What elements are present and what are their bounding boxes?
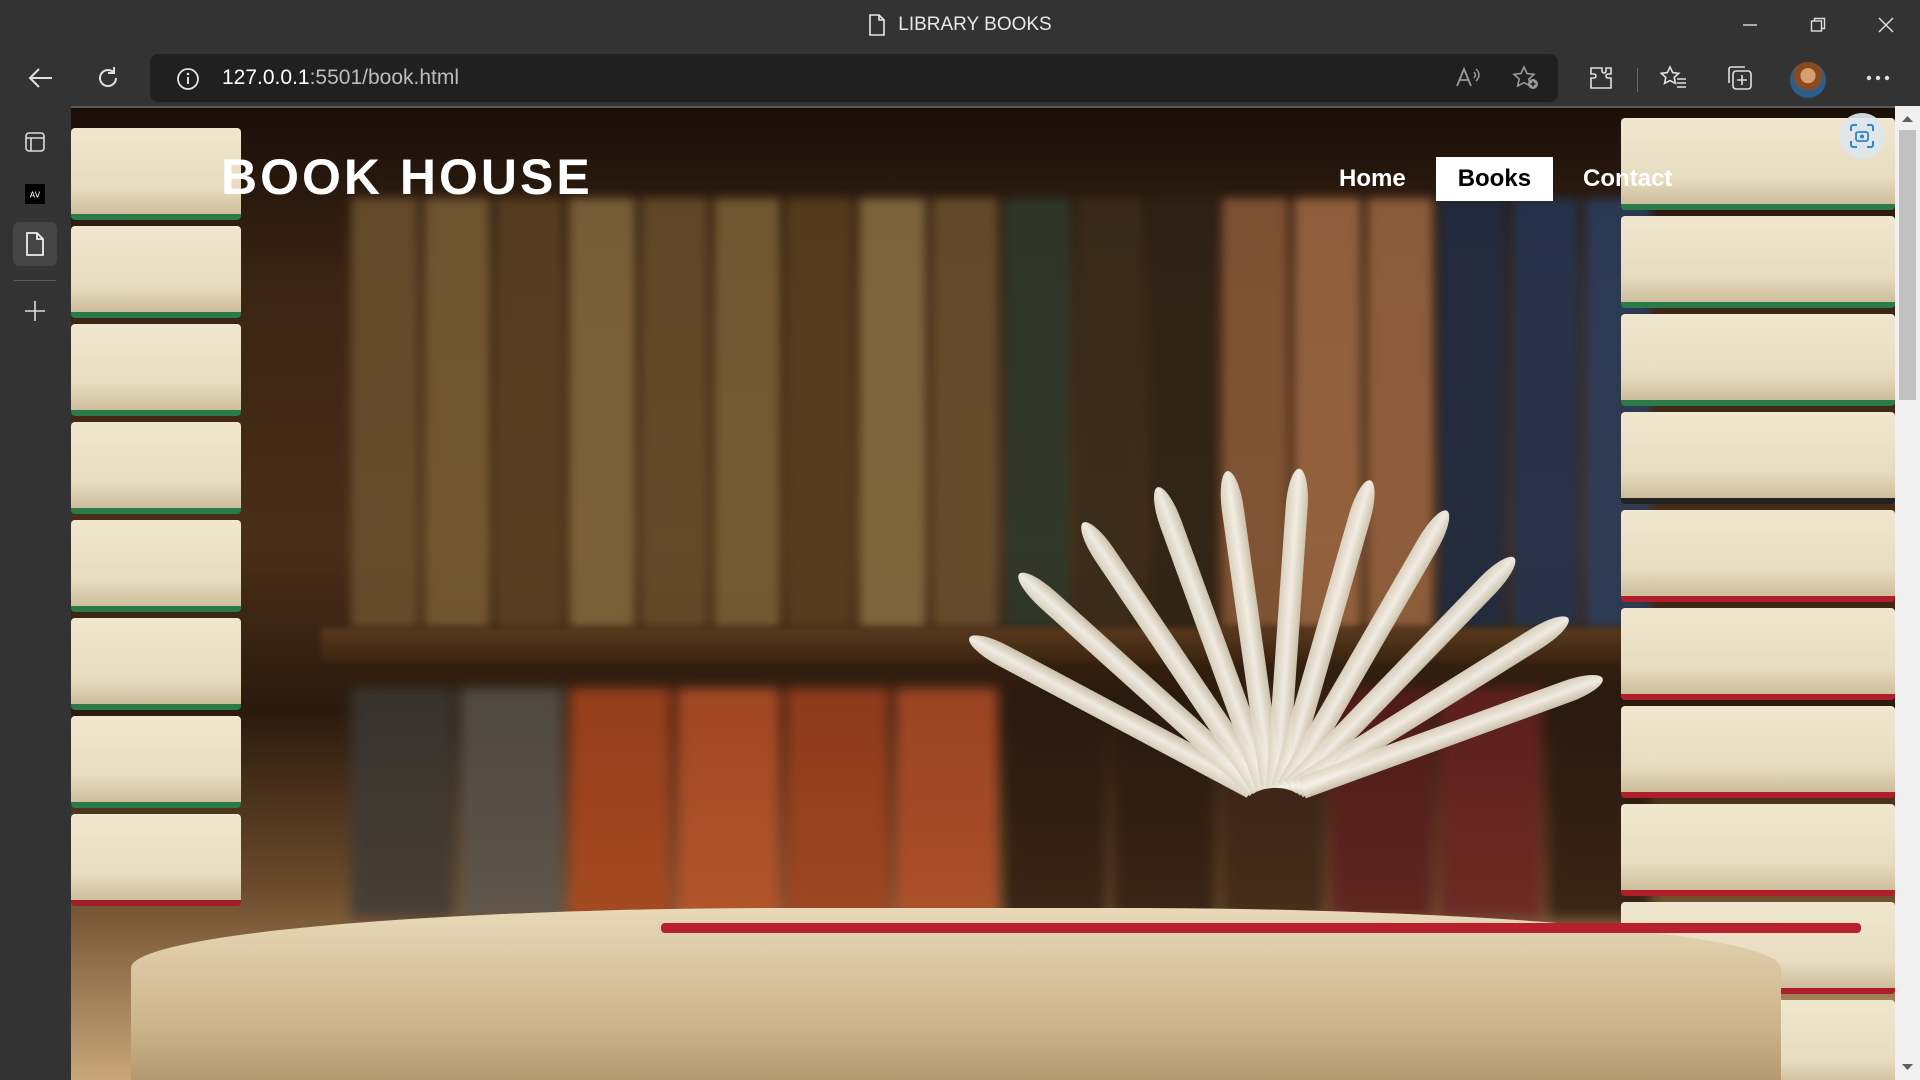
tab-actions-icon bbox=[25, 132, 45, 152]
nav-link-home[interactable]: Home bbox=[1317, 157, 1428, 201]
minimize-icon bbox=[1743, 24, 1757, 26]
new-tab-button[interactable] bbox=[13, 289, 57, 333]
minimize-button[interactable] bbox=[1716, 0, 1784, 50]
read-aloud-icon[interactable] bbox=[1455, 66, 1481, 90]
back-icon bbox=[28, 68, 52, 88]
left-book-stack bbox=[71, 128, 241, 912]
back-button[interactable] bbox=[21, 58, 61, 98]
open-book bbox=[131, 908, 1781, 1080]
title-bar: LIBRARY BOOKS bbox=[0, 0, 1920, 50]
new-tab-icon bbox=[25, 301, 45, 321]
page-scrollbar[interactable] bbox=[1895, 106, 1920, 1080]
page-viewport: BOOK HOUSE Home Books Contact bbox=[71, 106, 1895, 1080]
sidebar-tab-book-page[interactable] bbox=[13, 222, 57, 266]
page-tab-icon bbox=[26, 232, 44, 256]
site-navbar: BOOK HOUSE Home Books Contact bbox=[71, 108, 1895, 228]
window-title: LIBRARY BOOKS bbox=[0, 0, 1920, 50]
url-path: :5501/book.html bbox=[309, 66, 460, 89]
extensions-icon bbox=[1590, 67, 1612, 89]
red-book-cover bbox=[661, 923, 1861, 933]
svg-text:AV: AV bbox=[30, 191, 41, 200]
window-title-text: LIBRARY BOOKS bbox=[898, 14, 1052, 35]
browser-toolbar: 127.0.0.1:5501/book.html bbox=[0, 50, 1920, 106]
add-favorite-icon[interactable] bbox=[1512, 65, 1540, 91]
nav-link-books[interactable]: Books bbox=[1435, 157, 1554, 201]
favorites-button[interactable] bbox=[1654, 58, 1694, 98]
sidebar-divider bbox=[14, 280, 56, 281]
scroll-up-icon[interactable] bbox=[1901, 112, 1914, 125]
nav-links: Home Books Contact bbox=[1317, 157, 1702, 201]
profile-avatar[interactable] bbox=[1790, 62, 1826, 98]
site-info-icon[interactable] bbox=[176, 67, 200, 91]
tab-actions-button[interactable] bbox=[13, 120, 57, 164]
app-tab-icon: AV bbox=[25, 184, 45, 204]
sidebar-tab-app[interactable]: AV bbox=[13, 172, 57, 216]
restore-button[interactable] bbox=[1784, 0, 1852, 50]
restore-icon bbox=[1810, 17, 1826, 32]
favorites-icon bbox=[1660, 65, 1686, 88]
scrollbar-thumb[interactable] bbox=[1899, 130, 1916, 400]
url-text[interactable]: 127.0.0.1:5501/book.html bbox=[222, 54, 459, 102]
nav-link-contact[interactable]: Contact bbox=[1561, 157, 1694, 201]
toolbar-separator bbox=[1637, 68, 1638, 92]
more-button[interactable] bbox=[1858, 58, 1898, 98]
page-icon bbox=[869, 14, 886, 36]
visual-search-button[interactable] bbox=[1839, 113, 1885, 159]
vertical-tabs-sidebar: AV bbox=[0, 106, 71, 1080]
url-host: 127.0.0.1 bbox=[222, 66, 310, 89]
refresh-icon bbox=[99, 67, 118, 87]
hero-background-image bbox=[71, 108, 1895, 1080]
collections-icon bbox=[1728, 66, 1752, 90]
collections-button[interactable] bbox=[1720, 58, 1760, 98]
extensions-button[interactable] bbox=[1581, 58, 1621, 98]
address-bar[interactable]: 127.0.0.1:5501/book.html bbox=[150, 54, 1558, 102]
close-icon bbox=[1878, 17, 1894, 33]
scroll-down-icon[interactable] bbox=[1901, 1061, 1914, 1074]
more-icon bbox=[1866, 75, 1890, 81]
screenshot-icon bbox=[1850, 124, 1874, 148]
close-button[interactable] bbox=[1852, 0, 1920, 50]
site-brand[interactable]: BOOK HOUSE bbox=[221, 148, 593, 206]
refresh-button[interactable] bbox=[88, 58, 128, 98]
background-bookshelf bbox=[351, 198, 1652, 628]
